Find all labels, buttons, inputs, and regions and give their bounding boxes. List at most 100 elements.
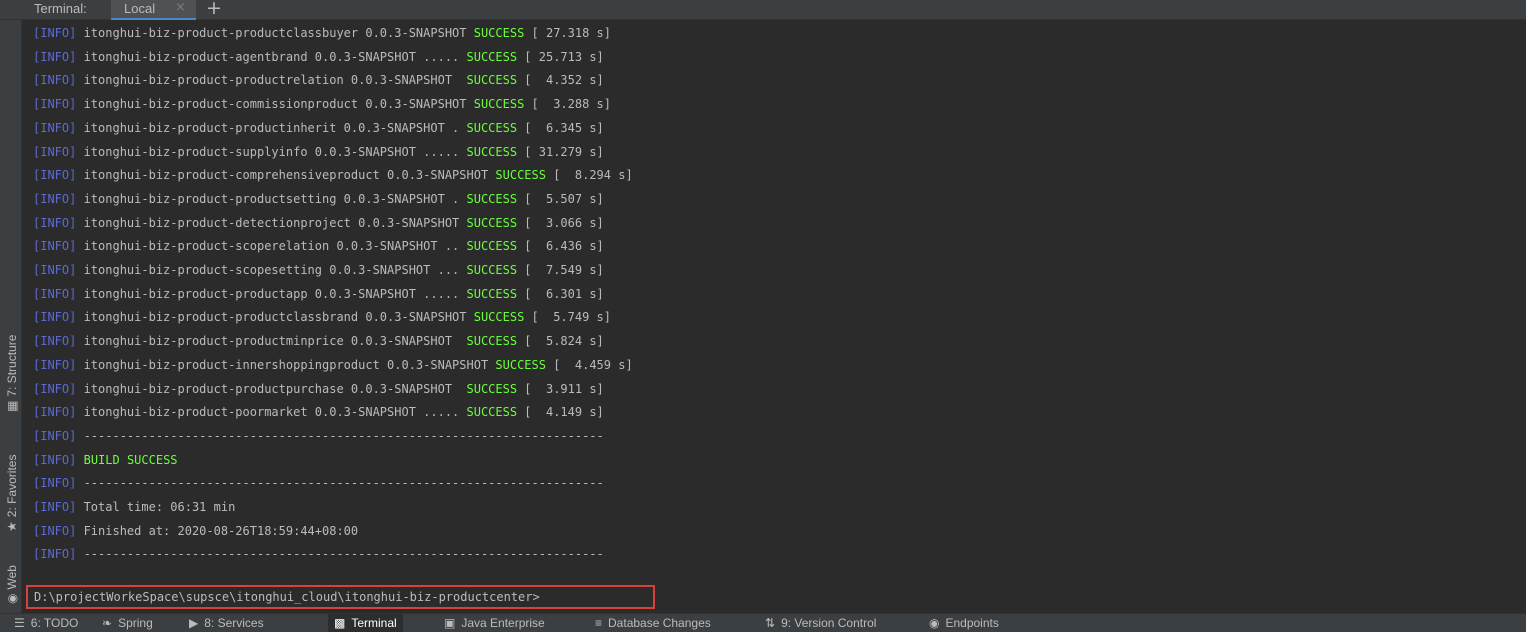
terminal-icon: ▩ — [334, 616, 346, 630]
close-icon[interactable]: × — [175, 0, 186, 15]
terminal-line: [INFO] itonghui-biz-product-supplyinfo 0… — [33, 144, 604, 160]
log-level-tag: [INFO] — [33, 73, 77, 88]
log-text: itonghui-biz-product-productpurchase 0.0… — [76, 381, 467, 396]
status-text: SUCCESS — [466, 49, 518, 64]
status-text: SUCCESS — [466, 239, 518, 254]
log-level-tag: [INFO] — [33, 144, 77, 159]
command-prompt[interactable]: D:\projectWorkeSpace\supsce\itonghui_clo… — [26, 585, 655, 609]
log-level-tag: [INFO] — [33, 452, 77, 467]
add-tab-icon[interactable]: + — [206, 0, 222, 19]
status-text: SUCCESS — [466, 144, 518, 159]
log-text: itonghui-biz-product-poormarket 0.0.3-SN… — [76, 405, 467, 420]
log-level-tag: [INFO] — [33, 120, 77, 135]
terminal-line: [INFO] itonghui-biz-product-productrelat… — [33, 72, 604, 88]
log-duration: [ 3.911 s] — [517, 381, 604, 396]
log-duration: [ 4.352 s] — [517, 73, 604, 88]
services-icon: ▶ — [189, 616, 199, 630]
log-duration: [ 7.549 s] — [517, 263, 604, 277]
terminal-line: [INFO] itonghui-biz-product-innershoppin… — [33, 357, 633, 373]
spring-leaf-icon: ❧ — [102, 616, 113, 630]
terminal-line: [INFO] itonghui-biz-product-poormarket 0… — [33, 404, 604, 420]
log-text: itonghui-biz-product-comprehensiveproduc… — [76, 168, 496, 183]
log-level-tag: [INFO] — [33, 357, 77, 372]
favorites-tool-label: 2: Favorites — [5, 454, 19, 518]
log-duration: [ 5.507 s] — [517, 191, 604, 206]
tab-local[interactable]: Local × — [111, 0, 196, 20]
log-level-tag: [INFO] — [33, 523, 77, 538]
web-icon: ◉ — [5, 593, 19, 604]
java-enterprise-icon: ▣ — [444, 616, 456, 630]
log-text: itonghui-biz-product-supplyinfo 0.0.3-SN… — [76, 144, 467, 159]
version-control-tool-label: 9: Version Control — [781, 616, 877, 630]
todo-tool-button[interactable]: ☰ 6: TODO — [14, 614, 78, 632]
endpoints-tool-button[interactable]: ◉ Endpoints — [929, 614, 999, 632]
terminal-tool-button[interactable]: ▩ Terminal — [328, 614, 403, 632]
terminal-output[interactable]: [INFO] itonghui-biz-product-productclass… — [24, 20, 1526, 613]
services-tool-button[interactable]: ▶ 8: Services — [189, 614, 264, 632]
terminal-title: Terminal: — [34, 1, 87, 16]
terminal-line: [INFO] itonghui-biz-product-productapp 0… — [33, 286, 604, 302]
endpoints-icon: ◉ — [929, 616, 940, 630]
status-text: SUCCESS — [466, 381, 518, 396]
terminal-line: [INFO] itonghui-biz-product-productinher… — [33, 120, 604, 136]
services-tool-label: 8: Services — [204, 616, 264, 630]
bottom-tool-bar: ☰ 6: TODO ❧ Spring ▶ 8: Services ▩ Terminal … — [0, 613, 1526, 632]
endpoints-tool-label: Endpoints — [945, 616, 999, 630]
terminal-line: [INFO] itonghui-biz-product-productminpr… — [33, 333, 604, 349]
log-duration: [ 31.279 s] — [517, 144, 604, 159]
status-text: SUCCESS — [466, 215, 518, 230]
log-text: itonghui-biz-product-detectionproject 0.… — [76, 215, 467, 230]
database-icon: ≡ — [595, 616, 603, 630]
log-level-tag: [INFO] — [33, 26, 77, 40]
log-text: Total time: 06:31 min — [76, 500, 236, 514]
terminal-line: [INFO] itonghui-biz-product-detectionpro… — [33, 215, 604, 231]
log-text: ----------------------------------------… — [76, 547, 604, 562]
structure-tool-label: 7: Structure — [5, 334, 19, 397]
status-text: SUCCESS — [466, 263, 518, 277]
java-enterprise-tool-button[interactable]: ▣ Java Enterprise — [444, 614, 545, 632]
log-text: itonghui-biz-product-productclassbuyer 0… — [76, 26, 474, 40]
log-level-tag: [INFO] — [33, 334, 77, 349]
web-tool-button[interactable]: ◉ Web — [5, 565, 19, 604]
terminal-line: [INFO] itonghui-biz-product-comprehensiv… — [33, 167, 633, 183]
version-control-tool-button[interactable]: ⇅ 9: Version Control — [765, 614, 876, 632]
log-level-tag: [INFO] — [33, 476, 77, 491]
log-level-tag: [INFO] — [33, 381, 77, 396]
log-level-tag: [INFO] — [33, 239, 77, 254]
terminal-line: [INFO] itonghui-biz-product-productpurch… — [33, 381, 604, 397]
log-level-tag: [INFO] — [33, 547, 77, 562]
log-duration: [ 4.459 s] — [545, 357, 633, 372]
spring-tool-button[interactable]: ❧ Spring — [102, 614, 153, 632]
log-text: itonghui-biz-product-agentbrand 0.0.3-SN… — [76, 49, 467, 64]
terminal-tool-label: Terminal — [351, 616, 397, 630]
favorites-tool-button[interactable]: ★ 2: Favorites — [5, 455, 19, 532]
terminal-line: [INFO] Total time: 06:31 min — [33, 499, 235, 515]
status-text: SUCCESS — [466, 73, 518, 88]
todo-list-icon: ☰ — [14, 616, 25, 630]
status-text: SUCCESS — [466, 334, 518, 349]
terminal-line: [INFO] ---------------------------------… — [33, 546, 604, 562]
terminal-line: [INFO] itonghui-biz-product-scopesetting… — [33, 262, 604, 278]
log-level-tag: [INFO] — [33, 310, 77, 325]
status-text: SUCCESS — [466, 286, 518, 301]
log-level-tag: [INFO] — [33, 49, 77, 64]
log-duration: [ 6.436 s] — [517, 239, 604, 254]
log-duration: [ 4.149 s] — [517, 405, 604, 420]
log-text: ----------------------------------------… — [76, 476, 604, 491]
terminal-line: [INFO] itonghui-biz-product-scoperelatio… — [33, 238, 604, 254]
log-level-tag: [INFO] — [33, 428, 77, 443]
database-changes-tool-button[interactable]: ≡ Database Changes — [595, 614, 711, 632]
status-text: SUCCESS — [466, 120, 518, 135]
tab-local-label: Local — [124, 1, 156, 16]
log-text: itonghui-biz-product-commissionproduct 0… — [76, 97, 474, 112]
star-icon: ★ — [5, 521, 19, 532]
status-text: SUCCESS — [473, 310, 525, 325]
log-duration: [ 3.066 s] — [517, 215, 604, 230]
structure-tool-button[interactable]: ▦ 7: Structure — [5, 335, 19, 412]
terminal-line: [INFO] ---------------------------------… — [33, 428, 604, 444]
log-duration: [ 6.345 s] — [517, 120, 604, 135]
web-tool-label: Web — [5, 565, 19, 590]
spring-tool-label: Spring — [118, 616, 153, 630]
terminal-tab-bar: Terminal: Local × + — [0, 0, 1526, 20]
